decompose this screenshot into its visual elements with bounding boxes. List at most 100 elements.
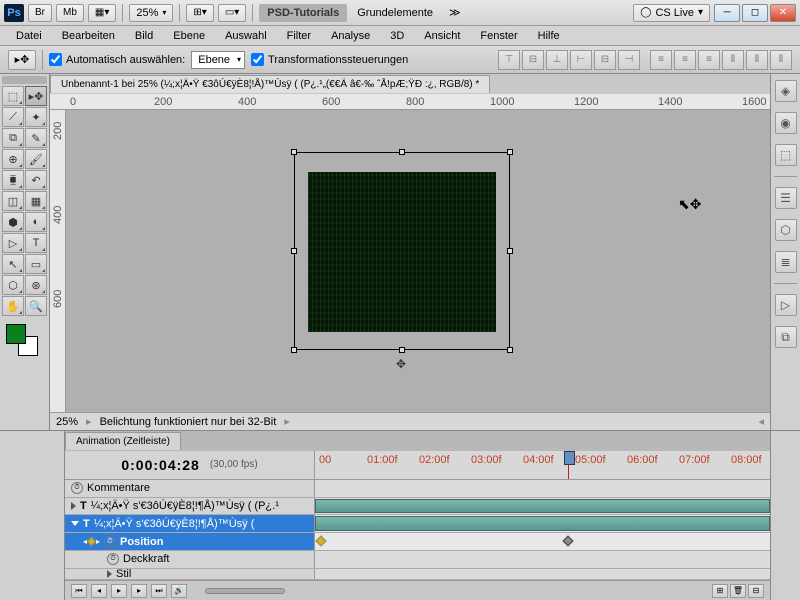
move-tool-icon[interactable]: ▸✥ — [8, 50, 36, 70]
collapse-icon[interactable] — [71, 521, 79, 526]
menu-ansicht[interactable]: Ansicht — [416, 28, 468, 44]
cs-live-button[interactable]: ◯ CS Live ▾ — [633, 4, 710, 22]
menu-bearbeiten[interactable]: Bearbeiten — [54, 28, 123, 44]
transform-handle-ml[interactable] — [291, 248, 297, 254]
playhead[interactable] — [568, 451, 569, 479]
transform-handle-tr[interactable] — [507, 149, 513, 155]
marquee-tool[interactable]: ▸✥ — [25, 86, 47, 106]
stopwatch-icon[interactable]: ⏱ — [107, 553, 119, 565]
vertical-ruler[interactable]: 200 400 600 — [50, 110, 66, 412]
track-opacity[interactable]: ⏱Deckkraft — [65, 551, 770, 569]
lasso-tool[interactable]: ⟋ — [2, 107, 24, 127]
foreground-color[interactable] — [6, 324, 26, 344]
document-tab[interactable]: Unbenannt-1 bei 25% (¼;x¦Ä•Ÿ €3ôÚ€ÿÈ8¦!Å… — [50, 75, 490, 93]
menu-bild[interactable]: Bild — [127, 28, 161, 44]
transform-handle-tc[interactable] — [399, 149, 405, 155]
color-swatches[interactable] — [2, 322, 47, 358]
expand-icon[interactable] — [107, 570, 112, 578]
window-maximize[interactable]: ◻ — [742, 4, 768, 22]
view-extras-button[interactable]: ▦▾ — [88, 4, 116, 22]
workspace-grundelemente[interactable]: Grundelemente — [351, 7, 439, 19]
align-left-icon[interactable]: ⊢ — [570, 50, 592, 70]
align-bottom-icon[interactable]: ⊥ — [546, 50, 568, 70]
menu-datei[interactable]: Datei — [8, 28, 50, 44]
play-panel-icon[interactable]: ▷ — [775, 294, 797, 316]
menu-analyse[interactable]: Analyse — [323, 28, 378, 44]
styles-panel-icon[interactable]: ≣ — [775, 251, 797, 273]
menu-ebene[interactable]: Ebene — [165, 28, 213, 44]
bridge-button[interactable]: Br — [28, 4, 52, 22]
delete-button[interactable]: 🗑 — [730, 584, 746, 598]
dodge-tool[interactable]: ◐ — [25, 212, 47, 232]
prev-frame-button[interactable]: ◂ — [91, 584, 107, 598]
align-vcenter-icon[interactable]: ⊟ — [522, 50, 544, 70]
zoom-dropdown[interactable]: 25% — [129, 4, 173, 22]
crop-tool[interactable]: ⧉ — [2, 128, 24, 148]
track-layer-1[interactable]: T¼;x¦Ä•Ÿ s'€3ôÚ€ÿÈ8¦!¶Å)™Ùsÿ ( (P¿.¹ — [65, 498, 770, 516]
auto-select-checkbox[interactable]: Automatisch auswählen: — [49, 53, 185, 66]
align-hcenter-icon[interactable]: ⊟ — [594, 50, 616, 70]
zoom-level[interactable]: 25% — [56, 416, 78, 428]
3d-paint-icon[interactable]: ◉ — [775, 112, 797, 134]
transform-center[interactable]: ✥ — [396, 357, 406, 371]
eyedropper-tool[interactable]: ✎ — [25, 128, 47, 148]
hand-tool[interactable]: ✋ — [2, 296, 24, 316]
forward-button[interactable]: ⏭ — [151, 584, 167, 598]
align-right-icon[interactable]: ⊣ — [618, 50, 640, 70]
adjustments-panel-icon[interactable]: ☰ — [775, 187, 797, 209]
eraser-tool[interactable]: ◫ — [2, 191, 24, 211]
align-top-icon[interactable]: ⊤ — [498, 50, 520, 70]
stopwatch-icon[interactable]: ⏱ — [104, 536, 116, 548]
3d-object-tool[interactable]: ⬡ — [2, 275, 24, 295]
keyframe[interactable] — [562, 536, 573, 547]
toolbox-grip[interactable] — [2, 76, 47, 84]
canvas[interactable]: ✥ ⬉✥ — [66, 110, 770, 412]
distribute-bottom-icon[interactable]: ≡ — [698, 50, 720, 70]
play-button[interactable]: ▸ — [111, 584, 127, 598]
3d-select-icon[interactable]: ⬚ — [775, 144, 797, 166]
next-frame-button[interactable]: ▸ — [131, 584, 147, 598]
history-brush-tool[interactable]: ↶ — [25, 170, 47, 190]
transform-handle-br[interactable] — [507, 347, 513, 353]
shape-tool[interactable]: ▭ — [25, 254, 47, 274]
swatches-panel-icon[interactable]: ⬡ — [775, 219, 797, 241]
screen-mode-button[interactable]: ▭▾ — [218, 4, 246, 22]
transform-handle-mr[interactable] — [507, 248, 513, 254]
zoom-tool[interactable]: 🔍 — [25, 296, 47, 316]
arrange-button[interactable]: ⊞▾ — [186, 4, 213, 22]
horizontal-ruler[interactable]: 0 200 400 600 800 1000 1200 1400 1600 — [50, 94, 770, 110]
type-tool[interactable]: T — [25, 233, 47, 253]
expand-icon[interactable] — [71, 502, 76, 510]
audio-button[interactable]: 🔊 — [171, 584, 187, 598]
animation-tab-timeline[interactable]: Animation (Zeitleiste) — [65, 432, 181, 450]
track-layer-2[interactable]: T¼;x¦Ä•Ÿ s'€3ôÚ€ÿÈ8¦!¶Å)™Ùsÿ ( — [65, 515, 770, 533]
blur-tool[interactable]: ⬢ — [2, 212, 24, 232]
distribute-top-icon[interactable]: ≡ — [650, 50, 672, 70]
magic-wand-tool[interactable]: ✦ — [25, 107, 47, 127]
transform-bounding-box[interactable]: ✥ — [294, 152, 510, 350]
gradient-tool[interactable]: ▦ — [25, 191, 47, 211]
pen-tool[interactable]: ▷ — [2, 233, 24, 253]
zoom-slider[interactable] — [205, 588, 285, 594]
keyframe[interactable] — [315, 536, 326, 547]
distribute-vcenter-icon[interactable]: ≡ — [674, 50, 696, 70]
stopwatch-icon[interactable]: ⏱ — [71, 482, 83, 494]
3d-camera-tool[interactable]: ⊛ — [25, 275, 47, 295]
distribute-left-icon[interactable]: ⦀ — [722, 50, 744, 70]
mini-bridge-button[interactable]: Mb — [56, 4, 84, 22]
auto-select-dropdown[interactable]: Ebene — [191, 51, 245, 69]
menu-3d[interactable]: 3D — [382, 28, 412, 44]
onion-skin-button[interactable]: ⊞ — [712, 584, 728, 598]
track-style[interactable]: Stil — [65, 569, 770, 581]
layers-panel-icon[interactable]: ◈ — [775, 80, 797, 102]
distribute-hcenter-icon[interactable]: ⦀ — [746, 50, 768, 70]
clone-stamp-tool[interactable]: ⧯ — [2, 170, 24, 190]
transform-handle-tl[interactable] — [291, 149, 297, 155]
clip[interactable] — [315, 499, 770, 514]
distribute-right-icon[interactable]: ⦀ — [770, 50, 792, 70]
clip[interactable] — [315, 516, 770, 531]
menu-hilfe[interactable]: Hilfe — [530, 28, 568, 44]
track-comments[interactable]: ⏱Kommentare — [65, 480, 770, 498]
brush-tool[interactable]: 🖌 — [25, 149, 47, 169]
healing-brush-tool[interactable]: ⊕ — [2, 149, 24, 169]
